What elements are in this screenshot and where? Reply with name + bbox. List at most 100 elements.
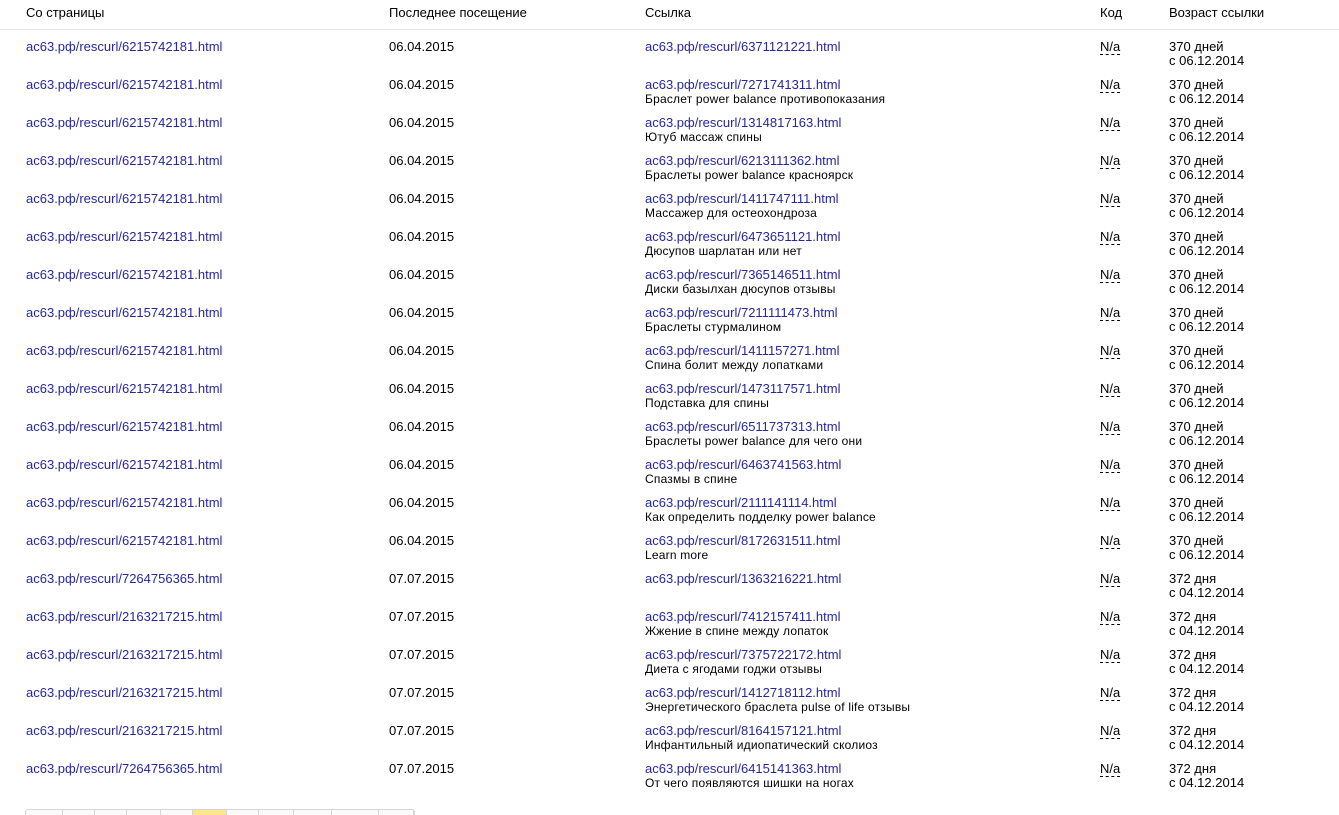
- link-age-since: с 06.12.2014: [1169, 395, 1245, 410]
- status-code[interactable]: N/a: [1100, 609, 1121, 625]
- source-page-link[interactable]: ас63.рф/rescurl/2163217215.html: [26, 685, 222, 700]
- link-age-since: с 06.12.2014: [1169, 243, 1245, 258]
- source-page-link[interactable]: ас63.рф/rescurl/6215742181.html: [26, 419, 222, 434]
- link-age-days: 372 дня: [1169, 647, 1217, 662]
- pager-page[interactable]: [227, 810, 259, 815]
- target-link[interactable]: ас63.рф/rescurl/6511737313.html: [645, 419, 840, 434]
- source-page-link[interactable]: ас63.рф/rescurl/6215742181.html: [26, 343, 222, 358]
- last-visit-date: 06.04.2015: [389, 457, 455, 472]
- target-link[interactable]: ас63.рф/rescurl/7271741311.html: [645, 77, 840, 92]
- last-visit-date: 06.04.2015: [389, 229, 455, 244]
- link-age-since: с 06.12.2014: [1169, 547, 1245, 562]
- pager-page[interactable]: [127, 810, 161, 815]
- status-code[interactable]: N/a: [1100, 229, 1121, 245]
- pager-page[interactable]: [259, 810, 294, 815]
- pager-page-active[interactable]: [193, 810, 227, 815]
- target-link[interactable]: ас63.рф/rescurl/6213111362.html: [645, 153, 840, 168]
- target-link[interactable]: ас63.рф/rescurl/6371121221.html: [645, 39, 840, 54]
- source-page-link[interactable]: ас63.рф/rescurl/6215742181.html: [26, 381, 222, 396]
- pager-page[interactable]: [332, 810, 379, 815]
- link-age-days: 370 дней: [1169, 457, 1224, 472]
- pager-page[interactable]: [26, 810, 63, 815]
- table-row: ас63.рф/rescurl/6215742181.html 06.04.201…: [0, 381, 1339, 420]
- status-code[interactable]: N/a: [1100, 457, 1121, 473]
- source-page-link[interactable]: ас63.рф/rescurl/2163217215.html: [26, 609, 222, 624]
- table-row: ас63.рф/rescurl/6215742181.html 06.04.201…: [0, 39, 1339, 78]
- source-page-link[interactable]: ас63.рф/rescurl/6215742181.html: [26, 267, 222, 282]
- source-page-link[interactable]: ас63.рф/rescurl/6215742181.html: [26, 457, 222, 472]
- pager-page[interactable]: [63, 810, 95, 815]
- source-page-link[interactable]: ас63.рф/rescurl/6215742181.html: [26, 153, 222, 168]
- status-code[interactable]: N/a: [1100, 115, 1121, 131]
- status-code[interactable]: N/a: [1100, 723, 1121, 739]
- target-link[interactable]: ас63.рф/rescurl/6473651121.html: [645, 229, 840, 244]
- target-link[interactable]: ас63.рф/rescurl/7365146511.html: [645, 267, 840, 282]
- header-link[interactable]: Ссылка: [645, 5, 691, 20]
- status-code[interactable]: N/a: [1100, 571, 1121, 587]
- source-page-link[interactable]: ас63.рф/rescurl/6215742181.html: [26, 115, 222, 130]
- header-code[interactable]: Код: [1100, 5, 1122, 20]
- pager-page[interactable]: [294, 810, 332, 815]
- anchor-text: Энергетического браслета pulse of life о…: [645, 700, 911, 714]
- link-age-days: 372 дня: [1169, 723, 1217, 738]
- link-age-since: с 06.12.2014: [1169, 319, 1245, 334]
- status-code[interactable]: N/a: [1100, 381, 1121, 397]
- source-page-link[interactable]: ас63.рф/rescurl/7264756365.html: [26, 571, 222, 586]
- target-link[interactable]: ас63.рф/rescurl/6463741563.html: [645, 457, 841, 472]
- link-age-days: 370 дней: [1169, 77, 1224, 92]
- link-age-since: с 06.12.2014: [1169, 433, 1245, 448]
- link-age-since: с 04.12.2014: [1169, 775, 1245, 790]
- source-page-link[interactable]: ас63.рф/rescurl/6215742181.html: [26, 77, 222, 92]
- target-link[interactable]: ас63.рф/rescurl/8164157121.html: [645, 723, 841, 738]
- source-page-link[interactable]: ас63.рф/rescurl/7264756365.html: [26, 761, 222, 776]
- link-age-since: с 06.12.2014: [1169, 281, 1245, 296]
- anchor-text: Браслеты power balance для чего они: [645, 434, 863, 448]
- source-page-link[interactable]: ас63.рф/rescurl/2163217215.html: [26, 723, 222, 738]
- table-row: ас63.рф/rescurl/6215742181.html 06.04.201…: [0, 343, 1339, 382]
- status-code[interactable]: N/a: [1100, 685, 1121, 701]
- target-link[interactable]: ас63.рф/rescurl/2111141114.html: [645, 495, 837, 510]
- source-page-link[interactable]: ас63.рф/rescurl/6215742181.html: [26, 229, 222, 244]
- status-code[interactable]: N/a: [1100, 39, 1121, 55]
- status-code[interactable]: N/a: [1100, 191, 1121, 207]
- status-code[interactable]: N/a: [1100, 419, 1121, 435]
- target-link[interactable]: ас63.рф/rescurl/7211111473.html: [645, 305, 838, 320]
- target-link[interactable]: ас63.рф/rescurl/1314817163.html: [645, 115, 841, 130]
- link-age-since: с 06.12.2014: [1169, 357, 1245, 372]
- table-row: ас63.рф/rescurl/6215742181.html 06.04.201…: [0, 77, 1339, 116]
- source-page-link[interactable]: ас63.рф/rescurl/6215742181.html: [26, 533, 222, 548]
- source-page-link[interactable]: ас63.рф/rescurl/6215742181.html: [26, 39, 222, 54]
- header-link-age[interactable]: Возраст ссылки: [1169, 5, 1264, 20]
- pager-page[interactable]: [161, 810, 193, 815]
- target-link[interactable]: ас63.рф/rescurl/1411157271.html: [645, 343, 840, 358]
- source-page-link[interactable]: ас63.рф/rescurl/6215742181.html: [26, 191, 222, 206]
- header-last-visit[interactable]: Последнее посещение: [389, 5, 527, 20]
- source-page-link[interactable]: ас63.рф/rescurl/6215742181.html: [26, 305, 222, 320]
- status-code[interactable]: N/a: [1100, 533, 1121, 549]
- target-link[interactable]: ас63.рф/rescurl/8172631511.html: [645, 533, 840, 548]
- source-page-link[interactable]: ас63.рф/rescurl/6215742181.html: [26, 495, 222, 510]
- target-link[interactable]: ас63.рф/rescurl/6415141363.html: [645, 761, 841, 776]
- target-link[interactable]: ас63.рф/rescurl/1412718112.html: [645, 685, 840, 700]
- anchor-text: Learn more: [645, 548, 709, 562]
- status-code[interactable]: N/a: [1100, 77, 1121, 93]
- target-link[interactable]: ас63.рф/rescurl/7375722172.html: [645, 647, 841, 662]
- status-code[interactable]: N/a: [1100, 647, 1121, 663]
- target-link[interactable]: ас63.рф/rescurl/1411747111.html: [645, 191, 839, 206]
- last-visit-date: 06.04.2015: [389, 305, 455, 320]
- status-code[interactable]: N/a: [1100, 267, 1121, 283]
- pager-page[interactable]: [95, 810, 127, 815]
- target-link[interactable]: ас63.рф/rescurl/7412157411.html: [645, 609, 840, 624]
- status-code[interactable]: N/a: [1100, 153, 1121, 169]
- target-link[interactable]: ас63.рф/rescurl/1473117571.html: [645, 381, 840, 396]
- pager-page[interactable]: [379, 810, 414, 815]
- status-code[interactable]: N/a: [1100, 343, 1121, 359]
- target-link[interactable]: ас63.рф/rescurl/1363216221.html: [645, 571, 841, 586]
- status-code[interactable]: N/a: [1100, 495, 1121, 511]
- status-code[interactable]: N/a: [1100, 761, 1121, 777]
- status-code[interactable]: N/a: [1100, 305, 1121, 321]
- source-page-link[interactable]: ас63.рф/rescurl/2163217215.html: [26, 647, 222, 662]
- table-row: ас63.рф/rescurl/6215742181.html 06.04.201…: [0, 305, 1339, 344]
- header-from-page[interactable]: Со страницы: [26, 5, 104, 20]
- last-visit-date: 06.04.2015: [389, 39, 455, 54]
